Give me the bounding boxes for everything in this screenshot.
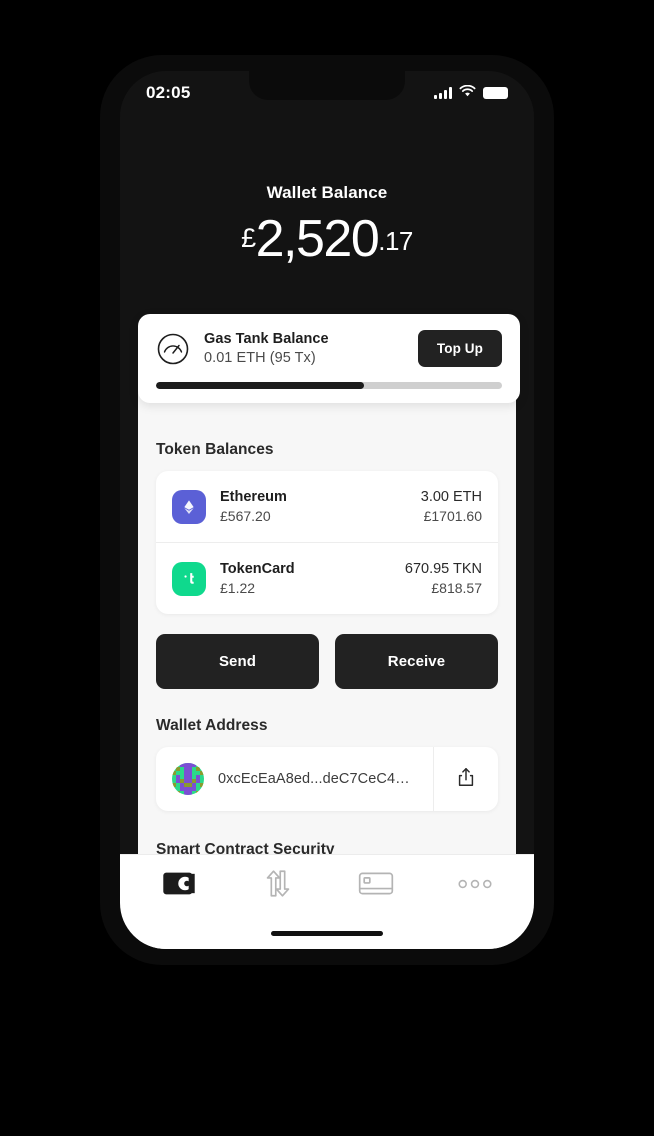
balance-decimal: .17	[378, 226, 413, 256]
token-balances-list: Ethereum £567.20 3.00 ETH £1701.60 Token…	[156, 471, 498, 614]
token-fiat-value: £818.57	[431, 580, 482, 596]
token-values: 3.00 ETH £1701.60	[421, 489, 482, 524]
status-bar: 02:05	[120, 71, 534, 115]
tab-items	[120, 855, 534, 917]
gas-tank-progress-fill	[156, 382, 364, 389]
status-time: 02:05	[146, 83, 191, 102]
tab-wallet[interactable]	[130, 855, 229, 917]
wallet-address-card: 0xcEcEaA8ed...deC7CeC49783d	[156, 747, 498, 811]
wallet-address-value-row[interactable]: 0xcEcEaA8ed...deC7CeC49783d	[156, 747, 433, 811]
balance-currency-symbol: £	[241, 223, 256, 253]
cellular-signal-icon	[434, 87, 452, 99]
token-name: TokenCard	[220, 561, 295, 577]
status-icons	[434, 84, 508, 102]
top-up-button[interactable]: Top Up	[417, 330, 502, 367]
more-dots-icon	[456, 877, 494, 895]
gas-tank-label: Gas Tank Balance	[204, 331, 329, 347]
send-button[interactable]: Send	[156, 634, 319, 689]
wallet-icon	[162, 869, 196, 903]
balance-integer: 2,520	[255, 210, 380, 268]
gas-tank-row: Gas Tank Balance 0.01 ETH (95 Tx) Top Up	[156, 330, 502, 367]
screenshot-stage: Wallet Balance £2,520.17 Gas Tank Balanc…	[0, 0, 654, 1136]
token-info: TokenCard £1.22	[220, 561, 405, 596]
wallet-balance-amount: £2,520.17	[120, 209, 534, 269]
card-icon	[358, 870, 394, 902]
token-fiat-value: £1701.60	[423, 508, 482, 524]
ethereum-icon	[172, 489, 206, 524]
home-indicator	[271, 931, 383, 936]
share-icon	[455, 766, 477, 793]
phone-screen: Wallet Balance £2,520.17 Gas Tank Balanc…	[120, 71, 534, 949]
battery-icon	[483, 87, 508, 99]
gas-tank-amount: 0.01 ETH (95 Tx)	[204, 350, 316, 366]
gas-tank-text: Gas Tank Balance 0.01 ETH (95 Tx)	[204, 331, 418, 366]
tokencard-icon	[172, 561, 206, 596]
token-price: £567.20	[220, 508, 271, 524]
share-address-button[interactable]	[433, 747, 498, 811]
identicon-avatar	[172, 763, 204, 795]
token-amount: 670.95 TKN	[404, 561, 482, 577]
tab-transfer[interactable]	[229, 855, 328, 917]
wallet-address-heading: Wallet Address	[156, 717, 268, 734]
page-title: Wallet Balance	[266, 183, 388, 202]
table-row[interactable]: Ethereum £567.20 3.00 ETH £1701.60	[156, 471, 498, 542]
tab-card[interactable]	[327, 855, 426, 917]
token-values: 670.95 TKN £818.57	[405, 561, 482, 596]
table-row[interactable]: TokenCard £1.22 670.95 TKN £818.57	[156, 542, 498, 614]
bottom-tab-bar	[120, 854, 534, 949]
token-price: £1.22	[220, 580, 256, 596]
gauge-icon	[156, 332, 190, 366]
token-name: Ethereum	[220, 489, 287, 505]
token-balances-heading: Token Balances	[156, 441, 274, 458]
wifi-icon	[459, 84, 476, 102]
transfer-arrows-icon	[259, 869, 297, 903]
action-buttons: Send Receive	[156, 634, 498, 689]
token-amount: 3.00 ETH	[420, 489, 482, 505]
tab-more[interactable]	[426, 855, 525, 917]
receive-button[interactable]: Receive	[335, 634, 498, 689]
token-info: Ethereum £567.20	[220, 489, 421, 524]
wallet-address-text: 0xcEcEaA8ed...deC7CeC49783d	[218, 771, 417, 787]
gas-tank-progress-track	[156, 382, 502, 389]
gas-tank-card[interactable]: Gas Tank Balance 0.01 ETH (95 Tx) Top Up	[138, 314, 520, 403]
